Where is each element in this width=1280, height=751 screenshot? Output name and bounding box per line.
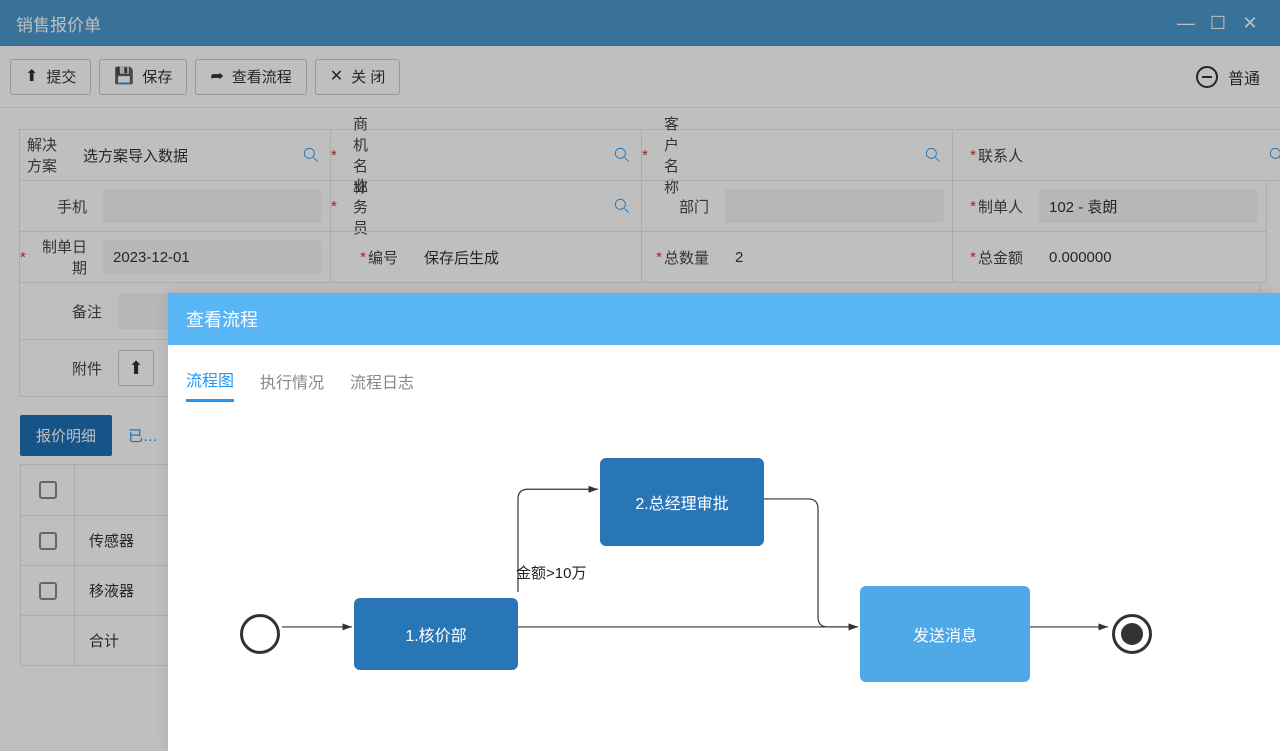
flow-start [240, 614, 280, 654]
modal-tabs: 流程图 执行情况 流程日志 [168, 345, 1280, 402]
flow-send[interactable]: 发送消息 [860, 586, 1030, 682]
flow-condition-label: 金额>10万 [516, 562, 586, 583]
modal-title: 查看流程 [168, 293, 1280, 345]
tab-execution[interactable]: 执行情况 [260, 361, 324, 401]
flow-end [1112, 614, 1152, 654]
flow-step-2[interactable]: 2.总经理审批 [600, 458, 764, 546]
tab-log[interactable]: 流程日志 [350, 361, 414, 401]
flow-step-1[interactable]: 1.核价部 [354, 598, 518, 670]
flow-canvas: 1.核价部 2.总经理审批 金额>10万 发送消息 [168, 402, 1280, 751]
flow-modal: 查看流程 流程图 执行情况 流程日志 1.核价部 2.总经理审批 金额 [168, 293, 1280, 751]
tab-flowchart[interactable]: 流程图 [186, 359, 234, 402]
